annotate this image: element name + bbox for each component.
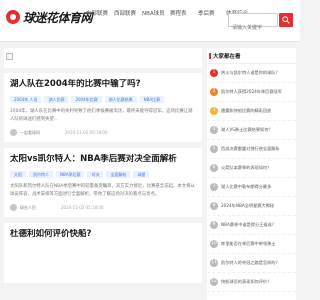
search-button[interactable]: [279, 13, 293, 27]
nav-item-players[interactable]: NBA球员: [140, 10, 168, 40]
nav-item-east[interactable]: 东部联赛: [84, 10, 112, 40]
popular-item-title[interactable]: NBA赛季中谁是得分王候选？: [221, 222, 276, 228]
popular-list-item[interactable]: 3 雷霆和快船比赛的精彩回放: [207, 102, 296, 121]
popular-item-title[interactable]: 凯尔特人获得2024年季后赛冠军: [221, 89, 282, 95]
search-box: [228, 13, 278, 34]
article-tag[interactable]: NBA季后赛: [56, 171, 85, 179]
nav-item-schedule[interactable]: 赛程表: [168, 10, 196, 40]
article-tag[interactable]: 2004年 人员: [10, 96, 42, 103]
rank-badge: 8: [210, 202, 218, 210]
article-title[interactable]: 湖人队在2004年的比赛中输了吗?: [10, 79, 196, 90]
site-logo[interactable]: 球迷花体育网: [6, 8, 93, 30]
popular-item-title[interactable]: 雷霆和快船比赛的精彩回放: [221, 108, 271, 114]
rank-badge: 10: [210, 240, 218, 248]
popular-list-item[interactable]: 1 热火与凯尔特人谁是你的球队？: [207, 64, 296, 83]
popular-list-item[interactable]: 7 湖人比赛中勒布朗得分最多: [207, 178, 296, 197]
article-author[interactable]: 一起看球网: [20, 130, 40, 136]
article-tags: 2004年 人员 湖人比赛 2004年比赛 湖人比赛结果 NBA比赛: [10, 96, 196, 103]
popular-list-item[interactable]: 9 NBA赛季中谁是得分王候选？: [207, 216, 296, 235]
rank-badge: 12: [210, 278, 218, 286]
banner-box: [4, 48, 202, 68]
article-tag[interactable]: NBA比赛: [139, 96, 165, 103]
main-nav: 东部联赛 西部联赛 NBA球员 赛程表 季后赛 体育综合: [84, 10, 252, 40]
sidebar-popular: 大家都在看 1 热火与凯尔特人谁是你的球队？ 2 凯尔特人获得2024年季后赛冠军 3 雷…: [207, 48, 296, 300]
broken-image-icon: [6, 53, 13, 60]
article-excerpt: 太阳队和凯尔特人队在NBA季后赛中的较量备受瞩目，双方实力接近，比赛悬念迭起。本…: [10, 184, 195, 197]
search-input[interactable]: [229, 22, 277, 34]
rank-badge: 1: [210, 69, 218, 77]
article-tag[interactable]: 对决: [87, 171, 104, 179]
main-content: 湖人队在2004年的比赛中输了吗? 2004年 人员 湖人比赛 2004年比赛 …: [4, 48, 202, 300]
rank-badge: 9: [210, 221, 218, 229]
popular-item-title[interactable]: 热火与凯尔特人谁是你的球队？: [221, 70, 280, 76]
popular-list-item[interactable]: 5 西部决赛雷霆对独行侠全面解析: [207, 140, 296, 159]
article-tag[interactable]: 凯尔特人: [29, 171, 53, 179]
article-tag[interactable]: 全面解析: [106, 171, 131, 179]
article-card: 湖人队在2004年的比赛中输了吗? 2004年 人员 湖人比赛 2004年比赛 …: [4, 73, 202, 143]
popular-list-item[interactable]: 2 凯尔特人获得2024年季后赛冠军: [207, 83, 296, 102]
article-date: 2024-11-02 05:18:00: [65, 130, 108, 136]
nav-item-playoffs[interactable]: 季后赛: [196, 10, 224, 40]
rank-badge: 3: [210, 107, 218, 115]
popular-list-item[interactable]: 6 火箭队本赛季的表现如何？: [207, 159, 296, 178]
popular-item-title[interactable]: 快船球员的表现如何评价？: [221, 279, 271, 285]
site-header: 球迷花体育网 东部联赛 西部联赛 NBA球员 赛程表 季后赛 体育综合: [0, 0, 300, 42]
article-meta: 球在人民 2024-11-02 05:18:00: [10, 204, 196, 212]
rank-badge: 11: [210, 259, 218, 267]
article-card: 杜德利如何评价快船?: [4, 223, 202, 284]
sidebar-header: 大家都在看: [207, 48, 296, 64]
article-tag[interactable]: 湖人比赛: [44, 96, 69, 103]
popular-item-title[interactable]: 2024年NBA全明星赛大揭秘: [221, 203, 274, 209]
article-date: 2024-11-02 05:18:00: [61, 205, 104, 211]
article-tag[interactable]: 太阳: [10, 171, 26, 179]
popular-item-title[interactable]: 湖人比赛中勒布朗得分最多: [221, 184, 271, 190]
article-meta: 一起看球网 2024-11-02 05:18:00: [10, 129, 196, 137]
rank-badge: 6: [210, 164, 218, 172]
search-icon: [282, 16, 290, 24]
author-avatar: [10, 129, 17, 137]
article-title[interactable]: 杜德利如何评价快船?: [10, 229, 196, 240]
article-author[interactable]: 球在人民: [20, 205, 36, 211]
popular-list: 1 热火与凯尔特人谁是你的球队？ 2 凯尔特人获得2024年季后赛冠军 3 雷霆和快船比赛…: [207, 64, 296, 292]
popular-list-item[interactable]: 4 湖人VS勇士比赛结果如何？: [207, 121, 296, 140]
article-tag[interactable]: 球星: [133, 171, 150, 179]
article-tags: 太阳 凯尔特人 NBA季后赛 对决 全面解析 球星: [10, 171, 196, 179]
popular-item-title[interactable]: 凯尔特人的夺冠之路是怎样的？: [221, 260, 280, 266]
logo-text: 球迷花体育网: [23, 11, 93, 25]
rank-badge: 4: [210, 126, 218, 134]
article-card: 太阳vs凯尔特人：NBA季后赛对决全面解析 太阳 凯尔特人 NBA季后赛 对决 …: [4, 148, 202, 218]
popular-list-item[interactable]: 12 快船球员的表现如何评价？: [207, 273, 296, 292]
popular-item-title[interactable]: 火箭队本赛季的表现如何？: [221, 165, 271, 171]
article-title[interactable]: 太阳vs凯尔特人：NBA季后赛对决全面解析: [10, 154, 196, 165]
popular-list-item[interactable]: 11 凯尔特人的夺冠之路是怎样的？: [207, 254, 296, 273]
logo-ball-icon: [6, 10, 20, 24]
sidebar-title: 大家都在看: [213, 54, 241, 60]
rank-badge: 5: [210, 145, 218, 153]
author-avatar: [10, 204, 17, 212]
rank-badge: 2: [210, 88, 218, 96]
popular-item-title[interactable]: 湖人VS勇士比赛结果如何？: [221, 127, 273, 133]
article-excerpt: 2004年，湖人队在比赛中的失利导致了他们季候赛被淘汰，最终未能夺得冠军。这场比…: [10, 109, 193, 122]
nav-item-west[interactable]: 西部联赛: [112, 10, 140, 40]
article-tag[interactable]: 湖人比赛结果: [104, 96, 137, 103]
popular-list-item[interactable]: 10 库里能否在季后赛中带领勇士: [207, 235, 296, 254]
popular-list-item[interactable]: 8 2024年NBA全明星赛大揭秘: [207, 197, 296, 216]
popular-item-title[interactable]: 库里能否在季后赛中带领勇士: [221, 241, 275, 247]
article-tag[interactable]: 2004年比赛: [71, 96, 102, 103]
popular-item-title[interactable]: 西部决赛雷霆对独行侠全面解析: [221, 146, 280, 152]
rank-badge: 7: [210, 183, 218, 191]
